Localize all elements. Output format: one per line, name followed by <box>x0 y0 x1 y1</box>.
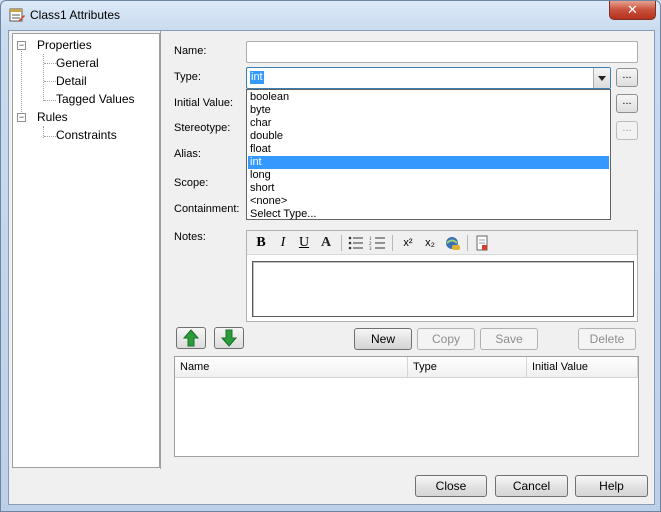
type-option[interactable]: byte <box>248 104 609 117</box>
new-button[interactable]: New <box>354 328 412 350</box>
bullet-list-icon[interactable] <box>347 234 365 252</box>
notes-text-area[interactable] <box>252 261 634 317</box>
cancel-button[interactable]: Cancel <box>495 475 568 497</box>
attributes-dialog: Class1 Attributes ✕ − Properties General… <box>0 0 661 512</box>
scope-label: Scope: <box>174 177 209 189</box>
svg-text:3: 3 <box>369 247 372 252</box>
column-header-type[interactable]: Type <box>408 357 527 378</box>
type-dropdown-list: boolean byte char double float int long short <n… <box>246 89 611 220</box>
type-option[interactable]: char <box>248 117 609 130</box>
type-option[interactable]: short <box>248 182 609 195</box>
type-option[interactable]: <none> <box>248 195 609 208</box>
type-selected-value: int <box>250 71 264 84</box>
tree-item-rules[interactable]: Rules <box>37 109 68 126</box>
stereotype-browse-button[interactable]: ... <box>616 121 638 140</box>
type-option[interactable]: boolean <box>248 91 609 104</box>
font-color-button[interactable]: A <box>317 234 335 252</box>
type-combobox[interactable]: int <box>246 67 611 89</box>
rules-collapse-toggle[interactable]: − <box>17 113 26 122</box>
name-label: Name: <box>174 45 207 57</box>
document-icon[interactable] <box>473 234 491 252</box>
type-option[interactable]: float <box>248 143 609 156</box>
tree-item-tagged-values[interactable]: Tagged Values <box>56 91 135 108</box>
initial-value-browse-button[interactable]: ... <box>616 94 638 113</box>
tree-item-constraints[interactable]: Constraints <box>56 127 117 144</box>
move-down-button[interactable] <box>214 327 244 349</box>
notes-editor: B I U A 123 x² x₂ <box>246 230 638 322</box>
properties-collapse-toggle[interactable]: − <box>17 41 26 50</box>
type-label: Type: <box>174 71 201 83</box>
stereotype-label: Stereotype: <box>174 122 231 134</box>
column-header-initial-value[interactable]: Initial Value <box>527 357 638 378</box>
arrow-up-icon <box>182 329 200 347</box>
window-title: Class1 Attributes <box>30 8 121 22</box>
italic-button[interactable]: I <box>274 234 292 252</box>
navigation-tree: − Properties General Detail Tagged Value… <box>12 33 160 468</box>
attributes-table[interactable]: Name Type Initial Value <box>174 356 639 457</box>
superscript-button[interactable]: x² <box>399 234 417 252</box>
type-option[interactable]: double <box>248 130 609 143</box>
hyperlink-globe-icon[interactable] <box>443 234 461 252</box>
underline-button[interactable]: U <box>295 234 313 252</box>
numbered-list-icon[interactable]: 123 <box>369 234 387 252</box>
notes-toolbar: B I U A 123 x² x₂ <box>247 231 637 255</box>
tree-item-general[interactable]: General <box>56 55 99 72</box>
type-option[interactable]: Select Type... <box>248 208 609 221</box>
arrow-down-icon <box>220 329 238 347</box>
copy-button[interactable]: Copy <box>417 328 475 350</box>
move-up-button[interactable] <box>176 327 206 349</box>
font-color-icon: A <box>320 235 332 250</box>
type-browse-button[interactable]: ... <box>616 68 638 87</box>
type-option[interactable]: long <box>248 169 609 182</box>
containment-label: Containment: <box>174 203 240 215</box>
alias-label: Alias: <box>174 148 201 160</box>
tree-item-detail[interactable]: Detail <box>56 73 87 90</box>
notes-label: Notes: <box>174 231 206 243</box>
class-attributes-icon <box>9 8 25 22</box>
help-button[interactable]: Help <box>575 475 648 497</box>
name-field[interactable] <box>246 41 638 63</box>
title-bar: Class1 Attributes ✕ <box>1 1 660 29</box>
close-button[interactable]: Close <box>415 475 487 497</box>
subscript-button[interactable]: x₂ <box>421 234 439 252</box>
bold-button[interactable]: B <box>252 234 270 252</box>
type-option[interactable]: int <box>248 156 609 169</box>
save-button[interactable]: Save <box>480 328 538 350</box>
window-close-button[interactable]: ✕ <box>609 1 656 20</box>
column-header-name[interactable]: Name <box>175 357 408 378</box>
chevron-down-icon[interactable] <box>593 68 610 88</box>
initial-value-label: Initial Value: <box>174 97 234 109</box>
tree-item-properties[interactable]: Properties <box>37 37 92 54</box>
delete-button[interactable]: Delete <box>578 328 636 350</box>
